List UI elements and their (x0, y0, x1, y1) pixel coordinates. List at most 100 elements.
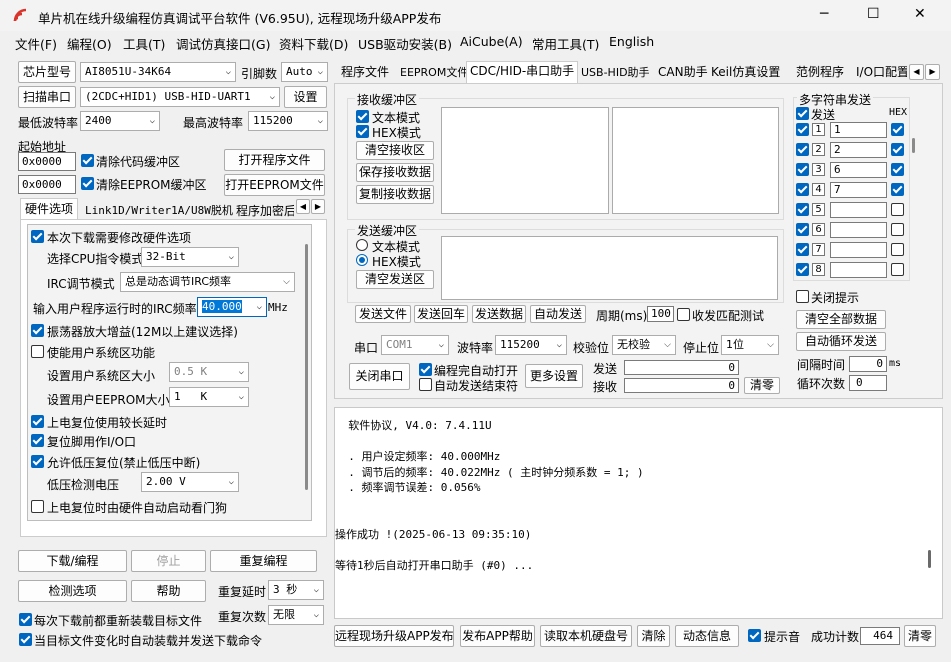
send-text-area[interactable] (441, 236, 778, 300)
multi-row-hex-checkbox[interactable] (891, 183, 904, 196)
min-baud-select[interactable]: 2400 ⌵ (80, 111, 160, 131)
publish-app-help-button[interactable]: 发布APP帮助 (460, 625, 535, 647)
send-data-button[interactable]: 发送数据 (472, 305, 526, 323)
tab-scroll-right-icon[interactable]: ▶ (311, 199, 325, 214)
multi-row-input[interactable] (830, 222, 887, 238)
menu-usb-driver[interactable]: USB驱动安装(B) (358, 34, 452, 53)
multi-row-hex-checkbox[interactable] (891, 143, 904, 156)
clear-recv-button[interactable]: 清空接收区 (356, 141, 434, 160)
user-sys-size-select[interactable]: 0.5 K ⌵ (169, 362, 249, 382)
repeat-count-select[interactable]: 无限 ⌵ (268, 605, 324, 625)
eeprom-addr-input[interactable]: 0x0000 (18, 175, 76, 194)
repeat-delay-select[interactable]: 3 秒 ⌵ (268, 580, 324, 600)
modify-hw-checkbox[interactable] (31, 230, 44, 243)
loop-count-input[interactable]: 0 (849, 375, 887, 391)
scan-port-button[interactable]: 扫描串口 (18, 86, 76, 108)
recv-hex-mode-checkbox[interactable] (356, 125, 369, 138)
sound-checkbox[interactable] (748, 629, 761, 642)
multi-row-input[interactable] (830, 242, 887, 258)
tab-scroll-left-icon[interactable]: ◀ (909, 64, 924, 80)
multi-row-hex-checkbox[interactable] (891, 263, 904, 276)
clear-eeprom-checkbox[interactable] (81, 177, 94, 190)
multi-row-send-checkbox[interactable] (796, 183, 809, 196)
user-sys-area-checkbox[interactable] (31, 345, 44, 358)
open-eeprom-button[interactable]: 打开EEPROM文件 (224, 174, 325, 196)
auto-open-checkbox[interactable] (419, 363, 432, 376)
auto-loop-send-button[interactable]: 自动循环发送 (796, 332, 886, 351)
tab-eeprom-file[interactable]: EEPROM文件 (397, 63, 471, 83)
max-baud-select[interactable]: 115200 ⌵ (248, 111, 328, 131)
recv-text-area[interactable] (441, 107, 609, 214)
tab-can[interactable]: CAN助手 (655, 63, 711, 83)
save-recv-button[interactable]: 保存接收数据 (356, 163, 434, 182)
multi-row-number[interactable]: 5 (812, 203, 825, 216)
maximize-icon[interactable]: ☐ (867, 6, 880, 22)
chip-model-select[interactable]: AI8051U-34K64 ⌵ (80, 62, 236, 82)
auto-send-button[interactable]: 自动发送 (530, 305, 586, 323)
pin-count-select[interactable]: Auto ⌵ (281, 62, 328, 82)
serial-port-select[interactable]: COM1 ⌵ (381, 335, 449, 355)
menu-file[interactable]: 文件(F) (15, 34, 57, 53)
send-enter-button[interactable]: 发送回车 (414, 305, 468, 323)
match-test-checkbox[interactable] (677, 308, 690, 321)
menu-downloads[interactable]: 资料下载(D) (279, 34, 348, 53)
interval-input[interactable]: 0 (849, 356, 887, 372)
menu-english[interactable]: English (609, 34, 654, 49)
copy-recv-button[interactable]: 复制接收数据 (356, 185, 434, 204)
multi-row-number[interactable]: 4 (812, 183, 825, 196)
detect-options-button[interactable]: 检测选项 (18, 580, 127, 602)
dynamic-info-button[interactable]: 动态信息 (675, 625, 739, 647)
send-file-button[interactable]: 发送文件 (355, 305, 411, 323)
close-hint-checkbox[interactable] (796, 290, 809, 303)
osc-gain-checkbox[interactable] (31, 324, 44, 337)
close-icon[interactable]: ✕ (914, 6, 926, 22)
long-reset-checkbox[interactable] (31, 415, 44, 428)
chip-model-button[interactable]: 芯片型号 (18, 61, 76, 83)
log-output[interactable]: 软件协议, V4.0: 7.4.11U . 用户设定频率: 40.000MHz … (334, 407, 943, 619)
multi-row-input[interactable] (830, 262, 887, 278)
clear-send-button[interactable]: 清空发送区 (356, 270, 434, 289)
multi-row-send-checkbox[interactable] (796, 143, 809, 156)
multi-row-number[interactable]: 1 (812, 123, 825, 136)
recv-text-mode-checkbox[interactable] (356, 110, 369, 123)
period-input[interactable]: 100 (647, 306, 674, 322)
settings-button[interactable]: 设置 (284, 86, 327, 108)
multi-row-number[interactable]: 3 (812, 163, 825, 176)
download-button[interactable]: 下载/编程 (18, 550, 127, 572)
eeprom-size-select[interactable]: 1 K ⌵ (169, 387, 249, 407)
stop-bits-select[interactable]: 1位 ⌵ (721, 335, 779, 355)
recv-hex-area[interactable] (612, 107, 779, 214)
watchdog-checkbox[interactable] (31, 500, 44, 513)
minimize-icon[interactable]: ─ (820, 6, 828, 22)
port-select[interactable]: (2CDC+HID1) USB-HID-UART1 ⌵ (80, 87, 280, 107)
more-settings-button[interactable]: 更多设置 (525, 364, 583, 388)
multi-row-hex-checkbox[interactable] (891, 123, 904, 136)
close-port-button[interactable]: 关闭串口 (349, 363, 410, 390)
tab-link1d[interactable]: Link1D/Writer1A/U8W脱机 (85, 202, 233, 218)
multi-row-input[interactable]: 7 (830, 182, 887, 198)
multi-row-send-checkbox[interactable] (796, 223, 809, 236)
tab-hardware-options[interactable]: 硬件选项 (20, 198, 78, 219)
multi-row-send-checkbox[interactable] (796, 263, 809, 276)
tab-usb-hid[interactable]: USB-HID助手 (578, 63, 653, 83)
auto-end-checkbox[interactable] (419, 378, 432, 391)
tab-keil[interactable]: Keil仿真设置 (708, 63, 783, 83)
reset-success-button[interactable]: 清零 (904, 625, 936, 647)
menu-debug[interactable]: 调试仿真接口(G) (176, 34, 270, 53)
tab-encryption[interactable]: 程序加密后 (236, 202, 294, 219)
clear-all-data-button[interactable]: 清空全部数据 (796, 310, 886, 329)
multi-row-input[interactable]: 1 (830, 122, 887, 138)
baud-select[interactable]: 115200 ⌵ (495, 335, 567, 355)
irc-mode-select[interactable]: 总是动态调节IRC频率 ⌵ (120, 272, 295, 292)
tab-serial-assistant[interactable]: CDC/HID-串口助手 (466, 61, 579, 83)
parity-select[interactable]: 无校验 ⌵ (612, 335, 676, 355)
menu-program[interactable]: 编程(O) (67, 34, 112, 53)
clear-code-checkbox[interactable] (81, 154, 94, 167)
multi-row-send-checkbox[interactable] (796, 163, 809, 176)
lvr-checkbox[interactable] (31, 455, 44, 468)
hw-scrollbar[interactable] (305, 244, 308, 490)
menu-tools[interactable]: 工具(T) (123, 34, 165, 53)
multi-row-number[interactable]: 2 (812, 143, 825, 156)
multi-row-input[interactable]: 2 (830, 142, 887, 158)
lvd-select[interactable]: 2.00 V ⌵ (141, 472, 239, 492)
